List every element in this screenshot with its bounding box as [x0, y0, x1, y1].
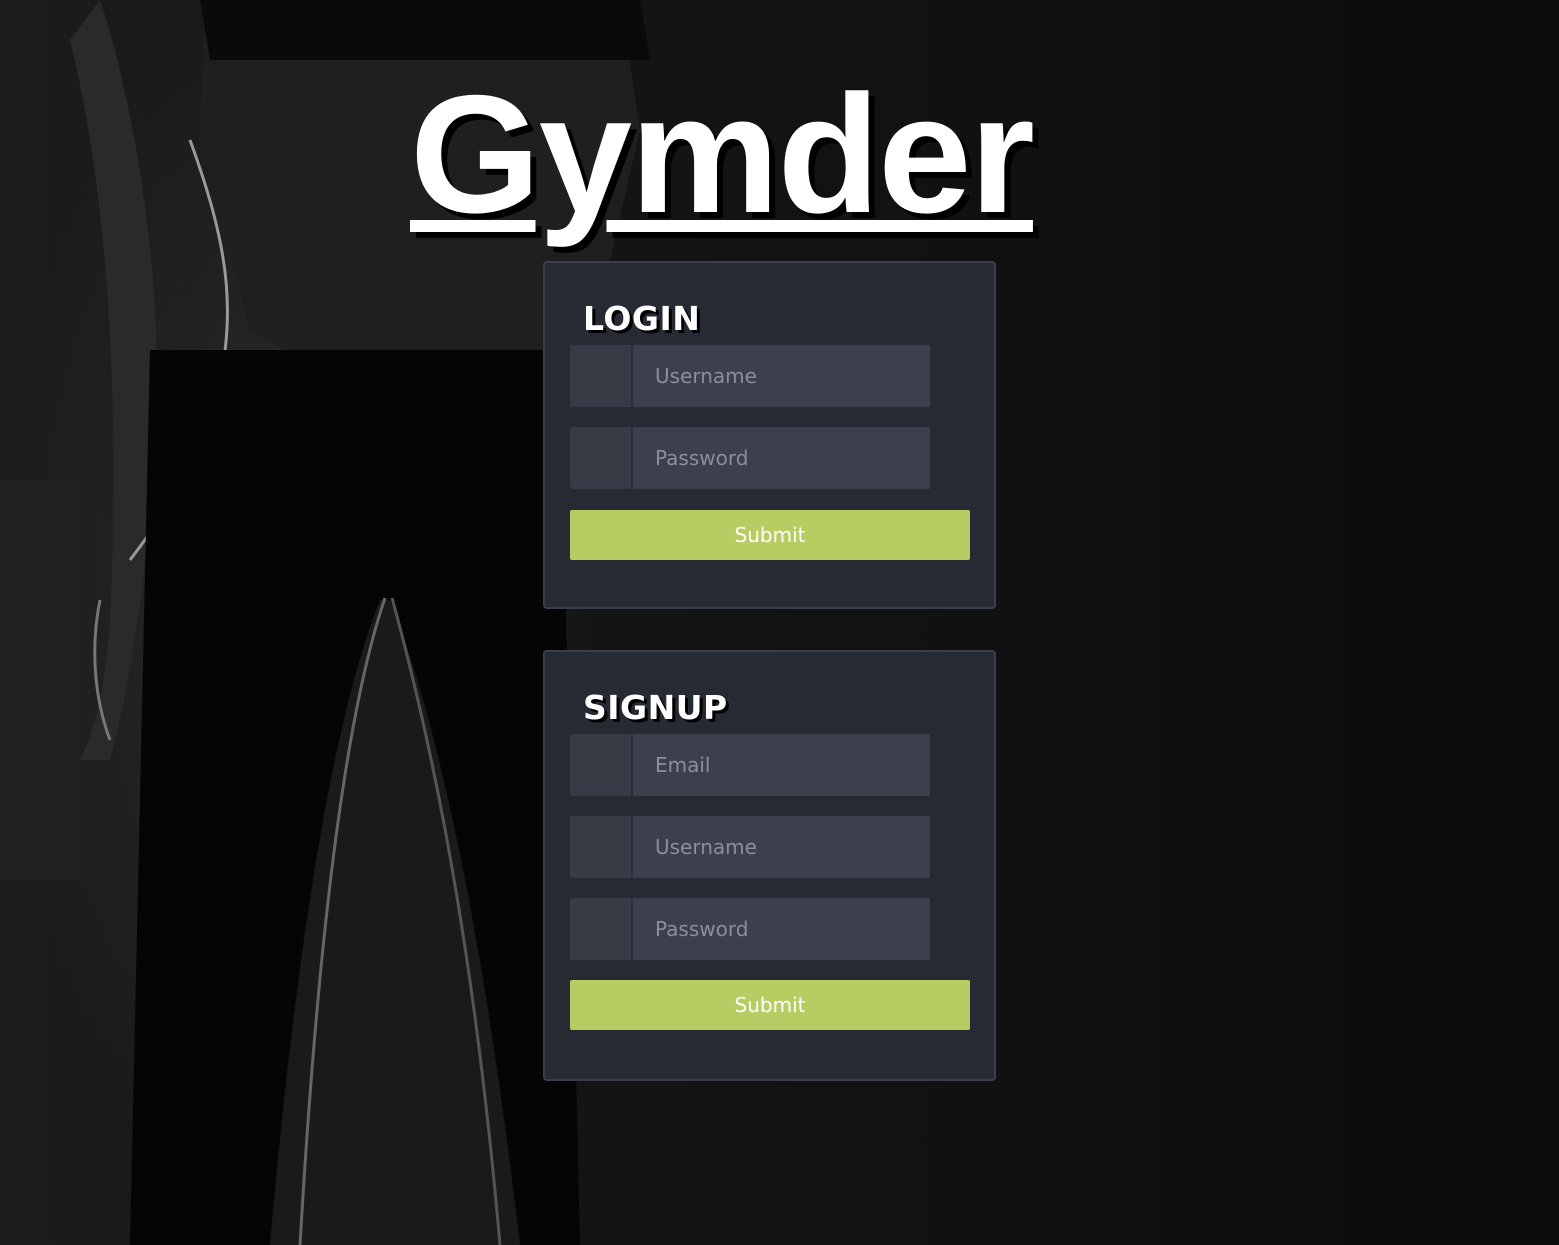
login-username-input[interactable] — [633, 345, 930, 407]
email-icon — [570, 734, 633, 796]
login-password-input[interactable] — [633, 427, 930, 489]
signup-email-field — [570, 734, 930, 796]
app-title: Gymder — [410, 60, 1035, 248]
login-heading: LOGIN — [583, 299, 701, 338]
signup-password-input[interactable] — [633, 898, 930, 960]
signup-password-field — [570, 898, 930, 960]
signup-username-input[interactable] — [633, 816, 930, 878]
signup-heading: SIGNUP — [583, 688, 728, 727]
login-submit-button[interactable]: Submit — [570, 510, 970, 560]
signup-panel: SIGNUP Submit — [543, 650, 996, 1081]
login-panel: LOGIN Submit — [543, 261, 996, 609]
signup-email-input[interactable] — [633, 734, 930, 796]
signup-username-field — [570, 816, 930, 878]
user-icon — [570, 816, 633, 878]
lock-icon — [570, 898, 633, 960]
lock-icon — [570, 427, 633, 489]
signup-submit-button[interactable]: Submit — [570, 980, 970, 1030]
user-icon — [570, 345, 633, 407]
page-background: Gymder LOGIN Submit SIGNUP Submit — [0, 0, 1559, 1245]
login-username-field — [570, 345, 930, 407]
login-password-field — [570, 427, 930, 489]
